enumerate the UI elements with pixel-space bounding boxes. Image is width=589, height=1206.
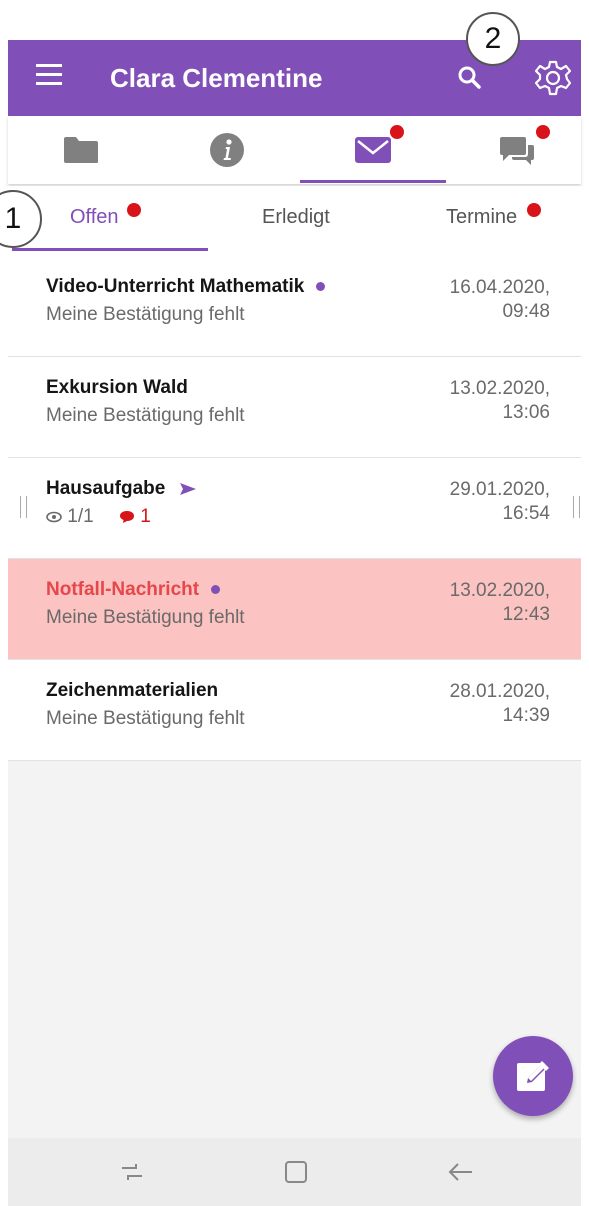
message-date: 13.02.2020, 12:43	[449, 580, 550, 625]
notification-badge	[536, 125, 550, 139]
views-count: 1/1	[67, 506, 94, 527]
tab-erledigt[interactable]: Erledigt	[262, 206, 330, 229]
message-row-emergency[interactable]: Notfall-Nachricht Meine Bestätigung fehl…	[8, 559, 581, 660]
app-title: Clara Clementine	[110, 63, 323, 93]
notification-badge	[127, 203, 141, 217]
eye-icon	[46, 511, 62, 523]
message-list: Video-Unterricht Mathematik Meine Bestät…	[8, 256, 581, 761]
send-icon	[179, 482, 196, 495]
back-icon[interactable]	[440, 1156, 480, 1188]
message-date: 29.01.2020, 16:54	[449, 479, 550, 524]
message-row[interactable]: Zeichenmaterialien Meine Bestätigung feh…	[8, 660, 581, 761]
recent-apps-icon[interactable]	[112, 1156, 152, 1188]
message-row[interactable]: Video-Unterricht Mathematik Meine Bestät…	[8, 256, 581, 357]
active-tab-indicator	[12, 248, 208, 251]
gear-icon[interactable]	[531, 56, 575, 100]
notification-badge	[390, 125, 404, 139]
hamburger-menu-icon[interactable]	[36, 64, 62, 86]
message-subtitle: Meine Bestätigung fehlt	[46, 405, 245, 426]
comments: 1	[119, 506, 151, 527]
mail-icon	[355, 137, 391, 163]
active-category-indicator	[300, 180, 446, 183]
tab-label: Erledigt	[262, 206, 330, 228]
drag-handle-right[interactable]	[573, 496, 580, 518]
system-nav-bar	[8, 1138, 581, 1206]
message-subtitle: Meine Bestätigung fehlt	[46, 607, 245, 628]
compose-icon	[517, 1061, 549, 1091]
message-subtitle: Meine Bestätigung fehlt	[46, 304, 245, 325]
drag-handle-left[interactable]	[20, 496, 27, 518]
message-tabs: Offen Erledigt Termine	[8, 186, 581, 256]
message-title: Zeichenmaterialien	[46, 680, 219, 701]
message-date: 16.04.2020, 09:48	[449, 277, 550, 322]
chat-icon	[500, 137, 534, 165]
category-messages[interactable]	[300, 116, 446, 184]
tab-termine[interactable]: Termine	[446, 206, 517, 229]
comments-count: 1	[140, 506, 151, 527]
tab-label: Offen	[70, 206, 119, 228]
category-bar	[8, 116, 581, 184]
message-title: Exkursion Wald	[46, 377, 188, 398]
message-title: Notfall-Nachricht	[46, 579, 221, 601]
folder-icon	[64, 137, 98, 163]
message-row[interactable]: Hausaufgabe 1/1 1 29.01.2020, 16:54	[8, 458, 581, 559]
message-row[interactable]: Exkursion Wald Meine Bestätigung fehlt 1…	[8, 357, 581, 458]
category-files[interactable]	[8, 116, 154, 184]
info-icon	[210, 133, 244, 167]
unread-dot-icon	[211, 585, 221, 595]
category-info[interactable]	[154, 116, 300, 184]
unread-dot-icon	[316, 282, 326, 292]
comment-icon	[119, 510, 134, 523]
message-subtitle: Meine Bestätigung fehlt	[46, 708, 245, 729]
message-meta: 1/1 1	[46, 506, 151, 528]
message-date: 28.01.2020, 14:39	[449, 681, 550, 726]
message-date: 13.02.2020, 13:06	[449, 378, 550, 423]
tab-label: Termine	[446, 206, 518, 228]
compose-button[interactable]	[493, 1036, 573, 1116]
message-title: Hausaufgabe	[46, 478, 197, 500]
callout-2: 2	[466, 12, 520, 66]
category-chat[interactable]	[446, 116, 581, 184]
home-icon[interactable]	[276, 1156, 316, 1188]
tab-offen[interactable]: Offen	[70, 206, 119, 229]
message-title: Video-Unterricht Mathematik	[46, 276, 326, 298]
notification-badge	[527, 203, 541, 217]
